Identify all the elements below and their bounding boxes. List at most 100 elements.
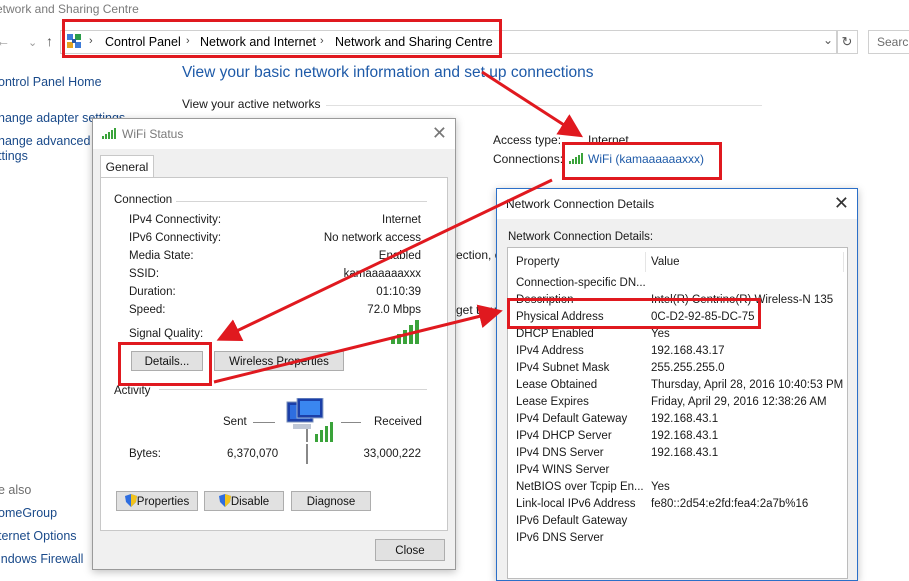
ipv4-connectivity-label: IPv4 Connectivity: xyxy=(129,214,222,226)
list-item-property: IPv4 Address xyxy=(516,345,584,357)
back-arrow-icon[interactable]: ← xyxy=(0,33,10,49)
address-dropdown-icon[interactable]: ⌄ xyxy=(823,33,833,47)
list-item-property: IPv4 DNS Server xyxy=(516,447,604,459)
list-item-property: IPv6 Default Gateway xyxy=(516,515,628,527)
bytes-label: Bytes: xyxy=(129,448,161,460)
homegroup-link[interactable]: omeGroup xyxy=(0,506,57,520)
speed-value: 72.0 Mbps xyxy=(367,304,421,316)
ssid-value: kamaaaaaaxxx xyxy=(343,268,421,280)
activity-group-label: Activity xyxy=(114,385,155,397)
network-computers-icon xyxy=(286,398,333,442)
details-list[interactable]: Property Value Connection-specific DN...… xyxy=(507,247,848,579)
column-separator xyxy=(645,252,646,272)
sent-line xyxy=(253,422,275,423)
list-item-property: Lease Expires xyxy=(516,396,589,408)
control-panel-home-link[interactable]: ontrol Panel Home xyxy=(0,75,102,89)
list-item-value: Yes xyxy=(651,481,670,493)
list-item-property: IPv4 DHCP Server xyxy=(516,430,612,442)
shield-icon xyxy=(218,494,231,507)
media-state-label: Media State: xyxy=(129,250,194,262)
see-also-heading: e also xyxy=(0,483,32,497)
annotation-box-physical-address xyxy=(507,298,761,329)
close-button[interactable]: Close xyxy=(375,539,445,561)
list-item-property: IPv4 Subnet Mask xyxy=(516,362,610,374)
background-partial-text: ection, o xyxy=(456,248,502,262)
access-type-label: Access type: xyxy=(493,133,562,147)
speed-label: Speed: xyxy=(129,304,166,316)
bytes-divider xyxy=(306,444,308,464)
disable-button-label: Disable xyxy=(230,496,270,508)
list-item-value: 192.168.43.1 xyxy=(651,413,719,425)
dialog-title-bar: WiFi Status ✕ xyxy=(93,119,455,149)
media-state-value: Enabled xyxy=(378,250,421,262)
list-item-property: IPv4 Default Gateway xyxy=(516,413,628,425)
close-icon[interactable]: ✕ xyxy=(834,193,849,214)
active-networks-heading: View your active networks xyxy=(182,97,321,111)
properties-button-label: Properties xyxy=(136,496,190,508)
list-item-property: NetBIOS over Tcpip En... xyxy=(516,481,644,493)
diagnose-button[interactable]: Diagnose xyxy=(291,491,371,511)
change-advanced-settings-link[interactable]: hange advanced s xyxy=(0,134,100,148)
bytes-received-value: 33,000,222 xyxy=(363,448,421,460)
list-item-value: Friday, April 29, 2016 12:38:26 AM xyxy=(651,396,827,408)
page-heading: View your basic network information and … xyxy=(182,64,594,81)
list-item-value: 192.168.43.1 xyxy=(651,447,719,459)
network-connection-details-dialog: Network Connection Details ✕ Network Con… xyxy=(496,188,858,581)
close-icon[interactable]: ✕ xyxy=(432,123,447,144)
change-advanced-settings-link-cont[interactable]: ttings xyxy=(0,149,28,163)
column-separator xyxy=(843,252,844,272)
group-divider xyxy=(171,201,427,202)
wifi-signal-icon xyxy=(102,128,116,139)
bytes-sent-value: 6,370,070 xyxy=(227,448,279,460)
ssid-label: SSID: xyxy=(129,268,160,280)
details-subtitle: Network Connection Details: xyxy=(508,231,654,243)
recent-pages-icon[interactable]: ⌄ xyxy=(28,36,37,49)
disable-button[interactable]: Disable xyxy=(204,491,284,511)
column-header-property[interactable]: Property xyxy=(516,256,559,268)
list-item-property: Lease Obtained xyxy=(516,379,598,391)
search-input[interactable]: Search xyxy=(868,30,909,54)
list-item-property: IPv6 DNS Server xyxy=(516,532,604,544)
refresh-button[interactable]: ↻ xyxy=(836,30,858,54)
duration-value: 01:10:39 xyxy=(376,286,421,298)
ipv4-connectivity-value: Internet xyxy=(382,214,421,226)
up-arrow-icon[interactable]: ↑ xyxy=(46,33,53,49)
duration-label: Duration: xyxy=(129,286,176,298)
list-item-value: fe80::2d54:e2fd:fea4:2a7b%16 xyxy=(651,498,809,510)
list-item-value: Yes xyxy=(651,328,670,340)
annotation-box-wifi-link xyxy=(562,142,722,180)
list-item-property: Link-local IPv6 Address xyxy=(516,498,636,510)
wireless-properties-button[interactable]: Wireless Properties xyxy=(214,351,344,371)
background-partial-text: get trou xyxy=(456,303,497,317)
shield-icon xyxy=(124,494,137,507)
dialog-title-bar: Network Connection Details ✕ xyxy=(497,189,857,219)
signal-quality-label: Signal Quality: xyxy=(129,328,204,340)
tab-general[interactable]: General xyxy=(100,155,154,178)
section-divider xyxy=(326,105,762,106)
annotation-box-address-bar xyxy=(62,19,502,58)
connections-label: Connections: xyxy=(493,152,564,166)
connection-group-label: Connection xyxy=(114,194,177,206)
internet-options-link[interactable]: ternet Options xyxy=(0,529,77,543)
list-item-property: IPv4 WINS Server xyxy=(516,464,610,476)
annotation-box-details-button xyxy=(118,342,212,386)
received-label: Received xyxy=(374,416,422,428)
list-item-value: 255.255.255.0 xyxy=(651,362,725,374)
windows-firewall-link[interactable]: indows Firewall xyxy=(0,552,83,566)
signal-quality-bars-icon xyxy=(391,320,419,344)
group-divider xyxy=(159,389,427,390)
list-item-property: DHCP Enabled xyxy=(516,328,594,340)
window-title: etwork and Sharing Centre xyxy=(0,2,139,16)
ipv6-connectivity-label: IPv6 Connectivity: xyxy=(129,232,222,244)
dialog-title: WiFi Status xyxy=(122,127,184,141)
sent-label: Sent xyxy=(223,416,247,428)
list-item-value: 192.168.43.1 xyxy=(651,430,719,442)
properties-button[interactable]: Properties xyxy=(116,491,198,511)
list-item-value: Thursday, April 28, 2016 10:40:53 PM xyxy=(651,379,844,391)
list-item-property: Connection-specific DN... xyxy=(516,277,646,289)
dialog-title: Network Connection Details xyxy=(506,197,655,211)
list-item-value: 192.168.43.17 xyxy=(651,345,725,357)
ipv6-connectivity-value: No network access xyxy=(323,232,421,244)
received-line xyxy=(341,422,361,423)
column-header-value[interactable]: Value xyxy=(651,256,680,268)
